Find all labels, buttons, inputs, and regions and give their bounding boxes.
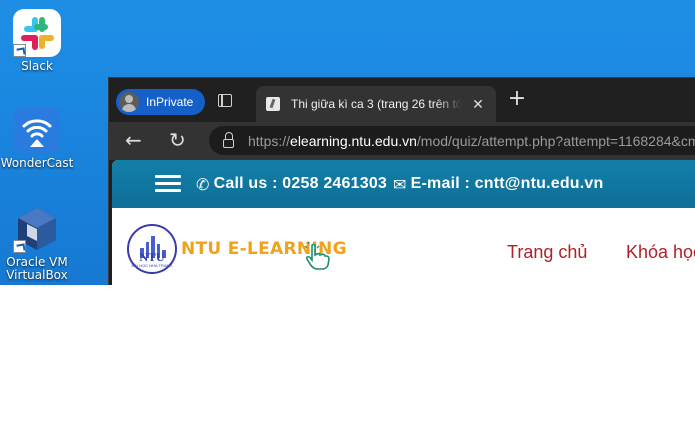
desktop-shortcut-slack[interactable]: Slack [0,9,74,73]
shortcut-arrow-icon [13,240,26,253]
profile-avatar-icon [119,92,139,112]
phone-icon: ✆ [196,174,210,194]
site-contact-bar: ✆ Call us : 0258 2461303 ✉ E-mail : cntt… [112,160,695,208]
address-bar[interactable]: https://elearning.ntu.edu.vn/mod/quiz/at… [209,126,695,155]
ntu-logo[interactable]: NTU ĐẠI HỌC NHA TRANG [127,224,177,274]
tab-title: Thi giữa kì ca 3 (trang 26 trên tổng [291,97,462,111]
tab-bar: InPrivate Thi giữa kì ca 3 (trang 26 trê… [109,78,695,122]
slack-icon [13,9,61,57]
desktop-shortcut-wondercast[interactable]: WonderCast [0,106,74,170]
phone-text: Call us : 0258 2461303 [213,175,388,192]
url-host: elearning.ntu.edu.vn [290,132,417,149]
virtualbox-icon [13,205,61,253]
desktop-shortcut-virtualbox[interactable]: Oracle VM VirtualBox [0,205,74,282]
lock-icon[interactable] [223,131,234,148]
page-favicon-icon [266,97,280,111]
logo-seal-subtext: ĐẠI HỌC NHA TRANG [131,263,173,268]
desktop-icon-label: WonderCast [0,156,74,170]
inprivate-label: InPrivate [146,95,194,109]
nav-link-home[interactable]: Trang chủ [507,242,587,263]
desktop-icon-label: Slack [21,59,53,73]
browser-window: InPrivate Thi giữa kì ca 3 (trang 26 trê… [108,77,695,285]
site-navbar: NTU ĐẠI HỌC NHA TRANG NTU E-LEARNING Tra… [112,208,695,285]
inprivate-profile-button[interactable]: InPrivate [116,89,205,115]
desktop: Slack WonderCast Oracle VM VirtualBox In… [0,0,695,285]
url-scheme: https:// [248,132,291,149]
nav-link-courses[interactable]: Khóa học [626,242,695,263]
hamburger-menu-icon[interactable] [155,174,181,194]
email-icon: ✉ [393,174,407,194]
close-tab-icon[interactable]: ✕ [470,96,486,113]
shortcut-arrow-icon [13,44,26,57]
back-arrow-icon[interactable]: ← [125,130,147,150]
new-tab-button[interactable]: + [507,88,527,110]
web-page: ✆ Call us : 0258 2461303 ✉ E-mail : cntt… [112,160,695,285]
wondercast-icon [13,106,61,154]
desktop-icon-label: VirtualBox [6,268,68,282]
email-text[interactable]: E-mail : cntt@ntu.edu.vn [411,175,604,193]
tab-active[interactable]: Thi giữa kì ca 3 (trang 26 trên tổng ✕ [256,86,496,122]
browser-toolbar: ← ↻ https://elearning.ntu.edu.vn/mod/qui… [109,122,695,160]
reload-icon[interactable]: ↻ [169,130,191,150]
pointer-hand-icon [304,242,330,270]
url-path: /mod/quiz/attempt.php?attempt=1168284&cm… [416,132,695,149]
tab-actions-icon[interactable] [218,94,232,107]
